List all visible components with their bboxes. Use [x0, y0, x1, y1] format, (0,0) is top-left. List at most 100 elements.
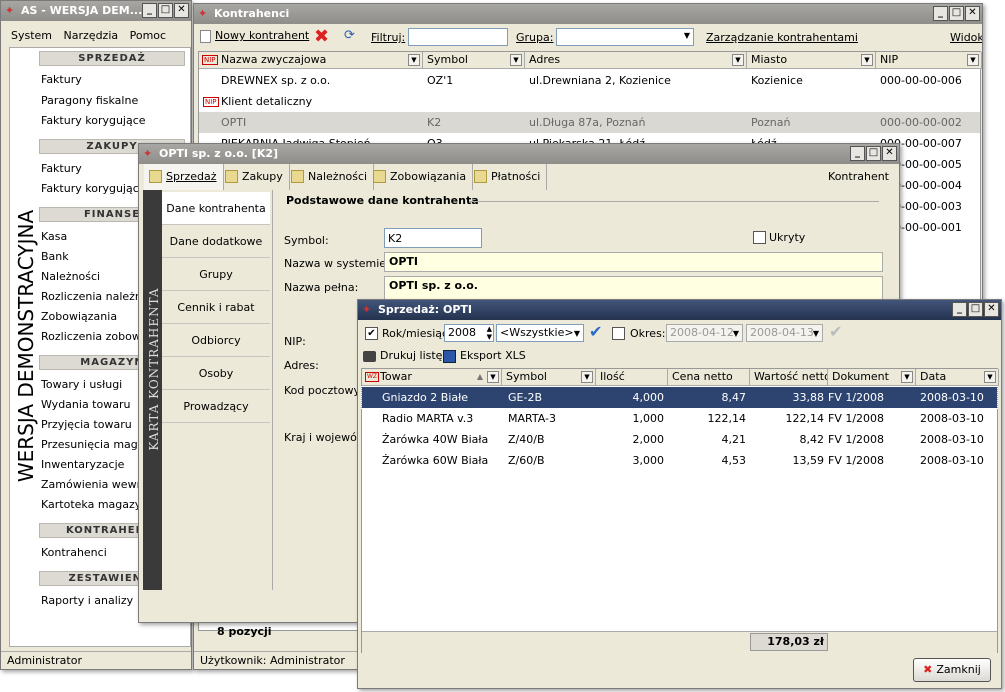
- tab-naleznosci[interactable]: Należności: [286, 164, 375, 190]
- chevron-down-icon[interactable]: ▼: [510, 54, 522, 66]
- table-row[interactable]: Klient detaliczny NIP: [199, 91, 980, 112]
- date-from-select[interactable]: 2008-04-12 ▼: [666, 324, 743, 342]
- maximize-button[interactable]: □: [158, 3, 173, 18]
- table-row[interactable]: OPTI K2 ul.Długa 87a, Poznań Poznań 000-00-0…: [199, 112, 980, 133]
- section-sprzedaz[interactable]: SPRZEDAŻ: [39, 51, 185, 66]
- apply-check-icon[interactable]: ✔: [589, 322, 602, 341]
- column-header-towar[interactable]: WZ Towar ▲ ▼: [362, 369, 502, 386]
- chevron-down-icon[interactable]: ▼: [901, 371, 913, 383]
- group-select[interactable]: ▼: [556, 28, 694, 46]
- delete-icon[interactable]: ✖: [314, 26, 329, 47]
- opti-maximize-button[interactable]: □: [866, 146, 881, 161]
- side-tab-dane-kontrahenta[interactable]: Dane kontrahenta: [162, 192, 270, 225]
- sidebar-item-zobowiazania[interactable]: Zobowiązania: [41, 310, 117, 323]
- period-check-icon[interactable]: ✔: [829, 322, 842, 341]
- kontrahenci-minimize-button[interactable]: _: [933, 6, 948, 21]
- full-name-input[interactable]: OPTI sp. z o.o.: [384, 276, 883, 300]
- sidebar-item-towary[interactable]: Towary i usługi: [41, 378, 122, 391]
- sidebar-item-zakupy-faktury[interactable]: Faktury: [41, 162, 82, 175]
- print-list-button[interactable]: Drukuj listę: [363, 349, 442, 362]
- chevron-down-icon[interactable]: ▼: [861, 54, 873, 66]
- month-select[interactable]: <Wszystkie> ▼: [496, 324, 584, 342]
- column-header-city[interactable]: Miasto ▼: [747, 52, 876, 69]
- sidebar-item-inwentaryzacje[interactable]: Inwentaryzacje: [41, 458, 124, 471]
- column-header-ilosc[interactable]: Ilość: [596, 369, 668, 386]
- column-header-wartosc[interactable]: Wartość netto: [750, 369, 828, 386]
- kontrahenci-titlebar[interactable]: ✦ Kontrahenci _ □ ✕: [194, 4, 982, 24]
- chevron-down-icon[interactable]: ▼: [408, 54, 420, 66]
- export-xls-button[interactable]: Eksport XLS: [443, 349, 526, 363]
- filter-input[interactable]: [408, 28, 508, 46]
- sort-ascending-icon[interactable]: ▲: [477, 369, 483, 385]
- kontrahenci-close-button[interactable]: ✕: [965, 6, 980, 21]
- sprzedaz-maximize-button[interactable]: □: [968, 302, 983, 317]
- close-button[interactable]: ✕: [174, 3, 189, 18]
- chevron-down-icon[interactable]: ▼: [967, 54, 979, 66]
- chevron-down-icon[interactable]: ▼: [732, 54, 744, 66]
- hidden-checkbox[interactable]: [753, 231, 766, 244]
- chevron-down-icon[interactable]: ▼: [984, 371, 996, 383]
- minimize-button[interactable]: _: [142, 3, 157, 18]
- tab-sprzedaz[interactable]: Sprzedaż: [144, 164, 224, 190]
- date-to-select[interactable]: 2008-04-13 ▼: [746, 324, 823, 342]
- menu-system[interactable]: System: [11, 29, 52, 42]
- column-header-symbol[interactable]: Symbol ▼: [502, 369, 596, 386]
- close-dialog-button[interactable]: ✖ Zamknij: [913, 658, 991, 682]
- sprzedaz-minimize-button[interactable]: _: [952, 302, 967, 317]
- sidebar-item-wydania[interactable]: Wydania towaru: [41, 398, 130, 411]
- table-row[interactable]: Radio MARTA v.3 MARTA-3 1,000 122,14 122,14 F…: [362, 408, 997, 429]
- side-tab-grupy[interactable]: Grupy: [162, 258, 270, 291]
- side-tab-cennik[interactable]: Cennik i rabat: [162, 291, 270, 324]
- side-tab-prowadzacy[interactable]: Prowadzący: [162, 390, 270, 423]
- sprzedaz-close-button[interactable]: ✕: [984, 302, 999, 317]
- manage-contractors-button[interactable]: Zarządzanie kontrahentami: [706, 31, 858, 44]
- column-header-nip[interactable]: NIP ▼: [876, 52, 982, 69]
- sidebar-item-bank[interactable]: Bank: [41, 250, 69, 263]
- table-row[interactable]: Gniazdo 2 Białe GE-2B 4,000 8,47 33,88 FV 1/2…: [361, 386, 998, 409]
- table-row[interactable]: Żarówka 60W Biała Z/60/B 3,000 4,53 13,59 FV …: [362, 450, 997, 471]
- chevron-down-icon[interactable]: ▼: [581, 371, 593, 383]
- side-tab-odbiorcy[interactable]: Odbiorcy: [162, 324, 270, 357]
- column-header-cena[interactable]: Cena netto: [668, 369, 750, 386]
- side-tab-dane-dodatkowe[interactable]: Dane dodatkowe: [162, 225, 270, 258]
- opti-minimize-button[interactable]: _: [850, 146, 865, 161]
- sidebar-item-naleznosci[interactable]: Należności: [41, 270, 100, 283]
- opti-titlebar[interactable]: ✦ OPTI sp. z o.o. [K2] _ □ ✕: [139, 144, 899, 164]
- column-header-data[interactable]: Data ▼: [916, 369, 999, 386]
- column-header-dokument[interactable]: Dokument ▼: [828, 369, 916, 386]
- kontrahenci-maximize-button[interactable]: □: [949, 6, 964, 21]
- tab-zakupy[interactable]: Zakupy: [220, 164, 290, 190]
- spinner-arrows-icon[interactable]: ▲ ▼: [487, 325, 492, 341]
- sidebar-item-kontrahenci[interactable]: Kontrahenci: [41, 546, 107, 559]
- symbol-input[interactable]: [384, 228, 482, 248]
- chevron-down-icon[interactable]: ▼: [487, 371, 499, 383]
- menu-pomoc[interactable]: Pomoc: [130, 29, 166, 42]
- sidebar-item-kasa[interactable]: Kasa: [41, 230, 67, 243]
- tab-kontrahent[interactable]: Kontrahent: [828, 170, 889, 183]
- column-header-address[interactable]: Adres ▼: [525, 52, 747, 69]
- menu-narzedzia[interactable]: Narzędzia: [64, 29, 119, 42]
- new-contractor-button[interactable]: Nowy kontrahent: [200, 29, 309, 43]
- sprzedaz-titlebar[interactable]: ✦ Sprzedaż: OPTI _ □ ✕: [358, 300, 1001, 320]
- sidebar-item-przyjecia[interactable]: Przyjęcia towaru: [41, 418, 132, 431]
- tab-zobowiazania[interactable]: Zobowiązania: [368, 164, 474, 190]
- side-tab-osoby[interactable]: Osoby: [162, 357, 270, 390]
- column-header-name[interactable]: NIP Nazwa zwyczajowa ▼: [199, 52, 423, 69]
- refresh-icon[interactable]: ⟳: [344, 28, 355, 43]
- sidebar-item-faktury-korygujace[interactable]: Faktury korygujące: [41, 114, 146, 127]
- opti-close-button[interactable]: ✕: [882, 146, 897, 161]
- year-month-checkbox[interactable]: ✔: [365, 327, 378, 340]
- column-header-symbol[interactable]: Symbol ▼: [423, 52, 525, 69]
- view-button[interactable]: Widok: [950, 31, 982, 44]
- period-checkbox[interactable]: [612, 327, 625, 340]
- table-row[interactable]: DREWNEX sp. z o.o. OZ'1 ul.Drewniana 2, Ko…: [199, 70, 980, 91]
- sidebar-item-faktury[interactable]: Faktury: [41, 73, 82, 86]
- sidebar-item-raporty[interactable]: Raporty i analizy: [41, 594, 133, 607]
- tab-platnosci[interactable]: Płatności: [469, 164, 548, 190]
- table-row[interactable]: Żarówka 40W Biała Z/40/B 2,000 4,21 8,42 FV 1…: [362, 429, 997, 450]
- year-spinner[interactable]: 2008 ▲ ▼: [444, 324, 494, 342]
- main-window-titlebar[interactable]: ✦ AS - WERSJA DEM... _ □ ✕: [1, 1, 191, 21]
- sidebar-item-zakupy-korygujace[interactable]: Faktury korygujące: [41, 182, 146, 195]
- sidebar-item-paragony[interactable]: Paragony fiskalne: [41, 94, 138, 107]
- system-name-input[interactable]: OPTI: [384, 252, 883, 272]
